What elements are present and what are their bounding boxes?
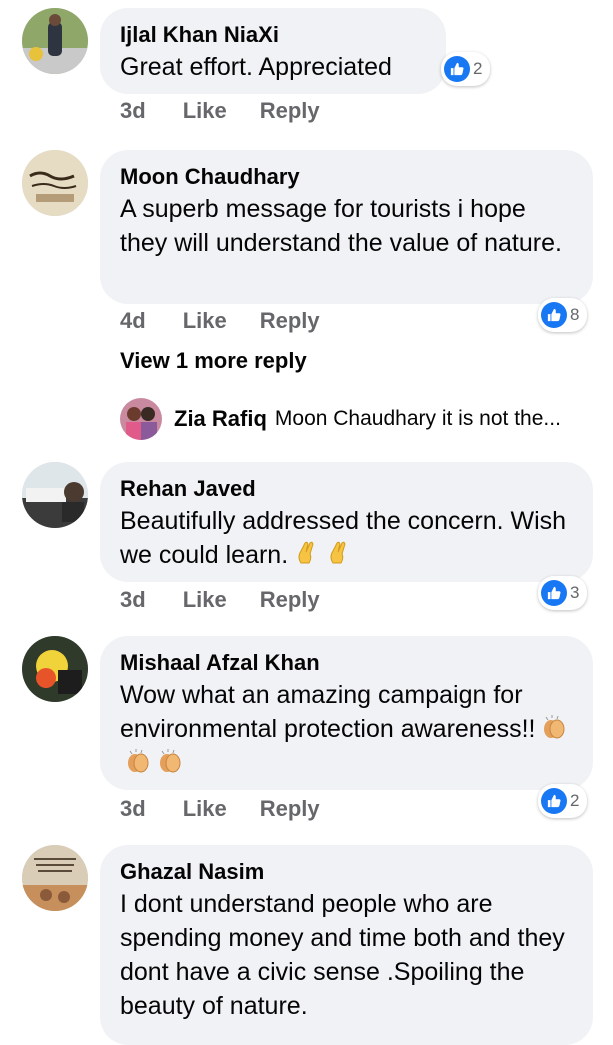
avatar-moon[interactable]	[22, 150, 88, 216]
commenter-name[interactable]: Moon Chaudhary	[120, 162, 573, 192]
avatar-mishaal[interactable]	[22, 636, 88, 702]
reaction-badge[interactable]: 2	[538, 784, 588, 818]
commenter-name[interactable]: Ijlal Khan NiaXi	[120, 20, 426, 50]
avatar-rehan[interactable]	[22, 462, 88, 528]
like-icon	[541, 580, 567, 606]
like-icon	[541, 302, 567, 328]
comment-meta: 4d Like Reply	[120, 308, 353, 334]
comment-bubble: Ghazal Nasim I dont understand people wh…	[100, 845, 593, 1045]
comment-text: A superb message for tourists i hope the…	[120, 195, 562, 257]
reaction-badge[interactable]: 3	[538, 576, 588, 610]
reply-button[interactable]: Reply	[260, 587, 320, 612]
crossed-fingers-emoji	[330, 541, 346, 564]
like-button[interactable]: Like	[183, 796, 227, 821]
reply-author[interactable]: Zia Rafiq	[174, 406, 267, 432]
reaction-badge[interactable]: 2	[441, 52, 491, 86]
comment-meta: 3d Like Reply	[120, 587, 353, 613]
like-button[interactable]: Like	[183, 98, 227, 123]
comment-age[interactable]: 3d	[120, 796, 146, 821]
reply-button[interactable]: Reply	[260, 796, 320, 821]
comment-age[interactable]: 3d	[120, 98, 146, 123]
comment-age[interactable]: 4d	[120, 308, 146, 333]
reaction-count: 2	[473, 59, 483, 78]
comment-text: Great effort. Appreciated	[120, 53, 392, 81]
clapping-hands-emoji	[543, 715, 565, 739]
like-icon	[541, 788, 567, 814]
comment-bubble: Mishaal Afzal Khan Wow what an amazing c…	[100, 636, 593, 790]
reaction-badge[interactable]: 8	[538, 298, 588, 332]
reaction-count: 8	[570, 305, 580, 324]
comment-bubble: Rehan Javed Beautifully addressed the co…	[100, 462, 593, 582]
comment-meta: 3d Like Reply	[120, 98, 353, 124]
comment-age[interactable]: 3d	[120, 587, 146, 612]
commenter-name[interactable]: Rehan Javed	[120, 474, 573, 504]
comment-text-body: Wow what an amazing campaign for environ…	[120, 681, 536, 743]
avatar-ghazal[interactable]	[22, 845, 88, 911]
like-button[interactable]: Like	[183, 587, 227, 612]
comment-text: Wow what an amazing campaign for environ…	[120, 678, 573, 780]
crossed-fingers-emoji	[298, 541, 314, 564]
reply-button[interactable]: Reply	[260, 308, 320, 333]
avatar-ijlal[interactable]	[22, 8, 88, 74]
comment-meta: 3d Like Reply	[120, 796, 353, 822]
avatar-zia	[120, 398, 162, 440]
comment-text: Beautifully addressed the concern. Wish …	[120, 504, 573, 572]
commenter-name[interactable]: Ghazal Nasim	[120, 857, 573, 887]
reply-button[interactable]: Reply	[260, 98, 320, 123]
clapping-hands-emoji	[128, 749, 149, 773]
commenter-name[interactable]: Mishaal Afzal Khan	[120, 648, 573, 678]
comment-text: I dont understand people who are spendin…	[120, 890, 565, 1020]
clapping-hands-emoji	[160, 749, 181, 773]
like-icon	[444, 56, 470, 82]
like-button[interactable]: Like	[183, 308, 227, 333]
view-more-replies[interactable]: View 1 more reply	[120, 348, 307, 374]
comment-bubble: Ijlal Khan NiaXi Great effort. Appreciat…	[100, 8, 446, 94]
reaction-count: 2	[570, 791, 580, 810]
reply-text: Moon Chaudhary it is not the...	[274, 407, 561, 430]
reply-preview[interactable]: Zia Rafiq Moon Chaudhary it is not the..…	[120, 398, 561, 440]
reaction-count: 3	[570, 583, 580, 602]
comment-bubble: Moon Chaudhary A superb message for tour…	[100, 150, 593, 304]
